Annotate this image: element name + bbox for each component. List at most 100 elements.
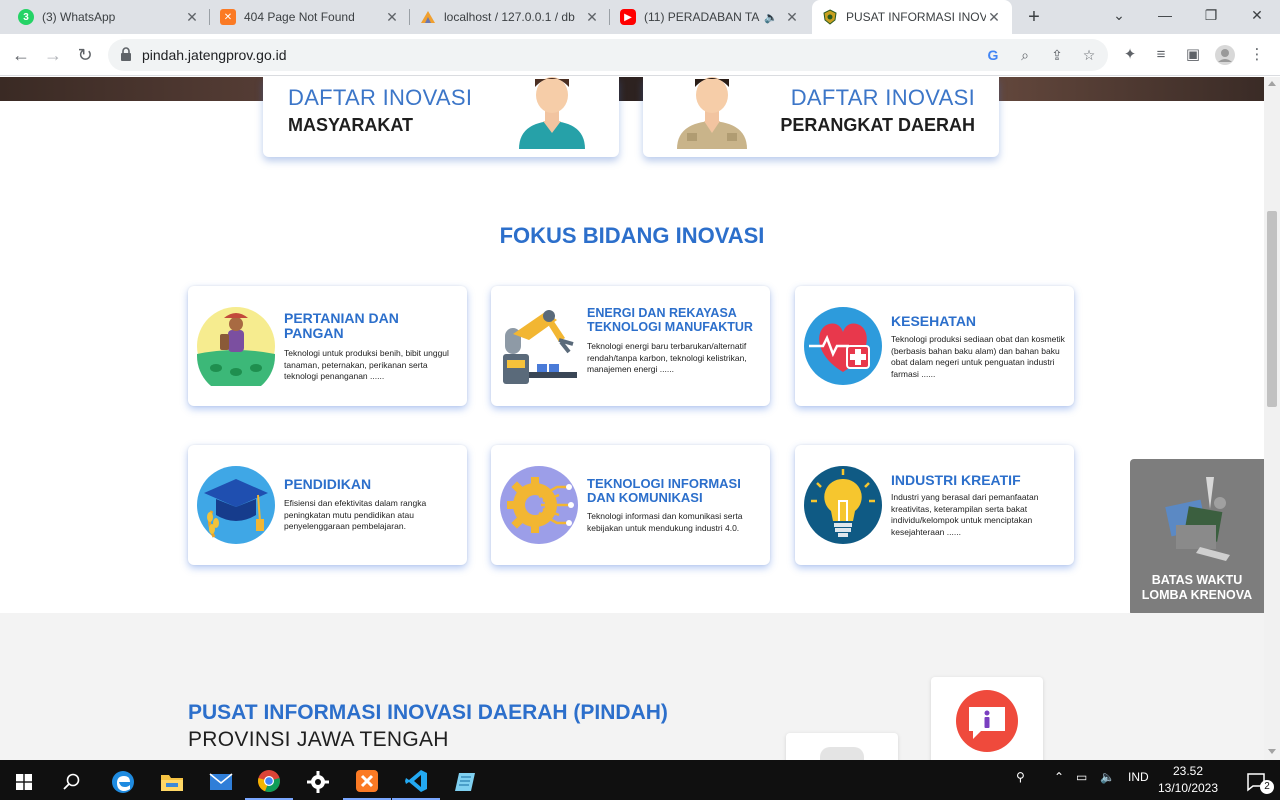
show-hidden-icons[interactable]: ⌃: [1054, 770, 1064, 784]
tab-title: 404 Page Not Found: [244, 10, 355, 24]
tab-pindah[interactable]: PUSAT INFORMASI INOV ✕: [812, 0, 1012, 34]
language-indicator[interactable]: IND: [1128, 770, 1149, 784]
page-scrollbar[interactable]: [1264, 77, 1280, 760]
citizen-avatar-icon: [519, 77, 585, 149]
bookmark-star-icon[interactable]: ☆: [1079, 45, 1099, 65]
card-teknologi-informasi[interactable]: TEKNOLOGI INFORMASI DAN KOMUNIKASI Tekno…: [491, 445, 770, 565]
batas-waktu-krenova-button[interactable]: BATAS WAKTU LOMBA KRENOVA: [1130, 459, 1264, 616]
whatsapp-icon: 3: [18, 9, 34, 25]
tab-phpmyadmin[interactable]: localhost / 127.0.0.1 / db ✕: [410, 0, 610, 34]
close-icon[interactable]: ✕: [384, 9, 400, 26]
pindah-title: PUSAT INFORMASI INOVASI DAERAH (PINDAH): [188, 701, 668, 724]
partial-icon: [820, 747, 864, 760]
volume-icon[interactable]: 🔈: [1100, 770, 1115, 784]
card-description: Teknologi energi baru terbarukan/alterna…: [587, 341, 747, 374]
mail-taskbar-button[interactable]: [197, 764, 245, 800]
start-button[interactable]: [0, 764, 48, 800]
lock-icon[interactable]: [120, 47, 132, 61]
card-title: ENERGI DAN REKAYASA TEKNOLOGI MANUFAKTUR: [587, 306, 753, 334]
daftar-perangkat-daerah-card[interactable]: DAFTAR INOVASI PERANGKAT DAERAH: [643, 77, 999, 157]
search-button[interactable]: [48, 764, 96, 800]
tab-404[interactable]: ✕ 404 Page Not Found ✕: [210, 0, 410, 34]
tab-bar: 3 (3) WhatsApp ✕ ✕ 404 Page Not Found ✕ …: [0, 0, 1280, 34]
vscode-taskbar-button[interactable]: [392, 764, 440, 800]
card-title: PERTANIAN DAN PANGAN: [284, 310, 399, 341]
url-text[interactable]: pindah.jatengprov.go.id: [142, 47, 287, 63]
people-icon[interactable]: ⚲: [1016, 770, 1025, 784]
tab-title: localhost / 127.0.0.1 / db: [444, 10, 575, 24]
address-bar[interactable]: pindah.jatengprov.go.id G ⌕ ⇪ ☆: [108, 39, 1108, 71]
floating-button-label: BATAS WAKTU LOMBA KRENOVA: [1141, 573, 1253, 602]
xampp-icon: [356, 770, 378, 792]
innovation-collage-icon: [1165, 477, 1230, 561]
civil-servant-avatar-icon: [677, 77, 747, 149]
card-kesehatan[interactable]: KESEHATAN Teknologi produksi sediaan oba…: [795, 286, 1074, 406]
chrome-icon: [258, 770, 280, 793]
zoom-icon[interactable]: ⌕: [1015, 45, 1035, 65]
gear-icon: [307, 771, 329, 793]
windows-logo-icon: [16, 774, 32, 790]
chrome-taskbar-button[interactable]: [245, 764, 293, 800]
reload-button[interactable]: ↻: [72, 42, 98, 68]
close-icon[interactable]: ✕: [184, 9, 200, 26]
tab-title: (11) PERADABAN TA: [644, 10, 760, 24]
taskbar-clock[interactable]: 23.52 13/10/2023: [1150, 763, 1226, 797]
secondary-app-card[interactable]: [786, 733, 898, 760]
scrollbar-thumb[interactable]: [1267, 211, 1277, 407]
share-icon[interactable]: ⇪: [1047, 45, 1067, 65]
close-icon[interactable]: ✕: [584, 9, 600, 26]
windows-taskbar: ⚲ ⌃ ▭ 🔈 IND 23.52 13/10/2023 2: [0, 760, 1280, 800]
card-title: INDUSTRI KREATIF: [891, 472, 1021, 488]
tab-title: (3) WhatsApp: [42, 10, 116, 24]
card-description: Teknologi untuk produksi benih, bibit un…: [284, 348, 449, 381]
card-title: TEKNOLOGI INFORMASI DAN KOMUNIKASI: [587, 476, 741, 505]
forward-button[interactable]: →: [40, 42, 66, 68]
new-tab-button[interactable]: +: [1022, 5, 1046, 29]
menu-icon[interactable]: ⋮: [1246, 44, 1268, 66]
google-translate-icon[interactable]: G: [983, 45, 1003, 65]
info-app-card[interactable]: [931, 677, 1043, 760]
graduation-cap-icon: [197, 466, 275, 544]
xampp-icon: ✕: [220, 9, 236, 25]
hero-banner: [0, 77, 1264, 101]
profile-avatar[interactable]: [1214, 44, 1236, 66]
scroll-down-icon[interactable]: [1268, 749, 1276, 754]
notepad-taskbar-button[interactable]: [441, 764, 489, 800]
card-industri-kreatif[interactable]: INDUSTRI KREATIF Industri yang berasal d…: [795, 445, 1074, 565]
notification-count-badge: 2: [1260, 780, 1274, 794]
extensions-icon[interactable]: ✦: [1119, 44, 1141, 66]
media-control-icon[interactable]: ≡: [1150, 44, 1172, 66]
file-explorer-taskbar-button[interactable]: [148, 764, 196, 800]
battery-icon[interactable]: ▭: [1076, 770, 1087, 784]
tab-youtube[interactable]: ▶ (11) PERADABAN TA 🔈 ✕: [610, 0, 810, 34]
card-pendidikan[interactable]: PENDIDIKAN Efisiensi dan efektivitas dal…: [188, 445, 467, 565]
youtube-icon: ▶: [620, 9, 636, 25]
daftar-masyarakat-card[interactable]: DAFTAR INOVASI MASYARAKAT: [263, 77, 619, 157]
web-page: DAFTAR INOVASI MASYARAKAT DAFTAR INOVASI…: [0, 77, 1264, 760]
side-panel-icon[interactable]: ▣: [1182, 44, 1204, 66]
vscode-icon: [405, 770, 427, 792]
tab-search-button[interactable]: ⌄: [1096, 0, 1142, 34]
edge-taskbar-button[interactable]: [99, 764, 147, 800]
speaker-icon[interactable]: 🔈: [764, 11, 778, 24]
daftar-subtitle: MASYARAKAT: [288, 115, 414, 135]
xampp-taskbar-button[interactable]: [343, 764, 391, 800]
lightbulb-icon: [804, 466, 882, 544]
close-icon[interactable]: ✕: [784, 9, 800, 26]
card-pertanian-pangan[interactable]: PERTANIAN DAN PANGAN Teknologi untuk pro…: [188, 286, 467, 406]
restore-button[interactable]: ❐: [1188, 0, 1234, 34]
daftar-title: DAFTAR INOVASI: [288, 85, 473, 110]
scroll-up-icon[interactable]: [1268, 81, 1276, 86]
health-heart-icon: [804, 307, 882, 385]
minimize-button[interactable]: —: [1142, 0, 1188, 34]
card-description: Industri yang berasal dari pemanfaatan k…: [891, 492, 1039, 537]
notification-center-button[interactable]: 2: [1232, 764, 1280, 800]
farmer-icon: [197, 307, 275, 386]
card-energi-manufaktur[interactable]: ENERGI DAN REKAYASA TEKNOLOGI MANUFAKTUR…: [491, 286, 770, 406]
settings-taskbar-button[interactable]: [294, 764, 342, 800]
close-window-button[interactable]: ✕: [1234, 0, 1280, 34]
back-button[interactable]: ←: [8, 42, 34, 68]
tab-whatsapp[interactable]: 3 (3) WhatsApp ✕: [8, 0, 210, 34]
card-title: KESEHATAN: [891, 313, 977, 329]
close-icon[interactable]: ✕: [986, 9, 1002, 26]
